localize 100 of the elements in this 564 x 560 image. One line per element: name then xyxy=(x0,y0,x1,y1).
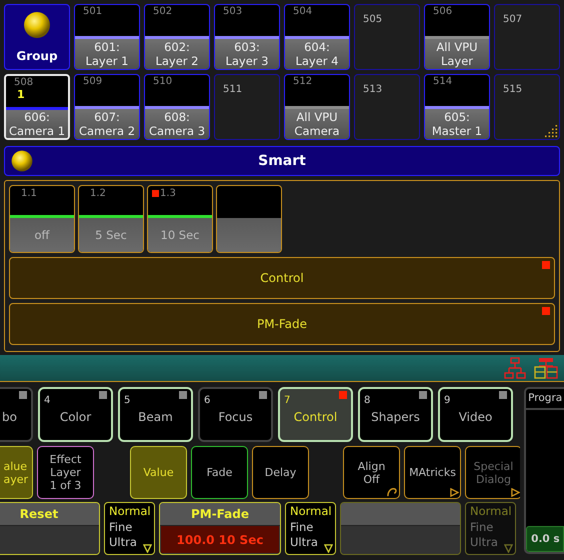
group-title: Group xyxy=(16,49,58,63)
feature-tab[interactable]: 6 Focus xyxy=(198,387,273,442)
group-cell[interactable]: 501 601: Layer 1 xyxy=(74,4,140,70)
feature-label: Shapers xyxy=(371,410,420,424)
preset-button[interactable]: 1.3 10 Sec xyxy=(147,185,213,253)
empty-group-cell[interactable]: 515 xyxy=(494,74,560,140)
network-status-icon[interactable] xyxy=(534,357,558,379)
button-label: Delay xyxy=(264,466,296,479)
feature-tab[interactable]: 7 Control xyxy=(278,387,353,442)
function-button[interactable]: Value xyxy=(130,446,187,499)
resolution-option: Normal xyxy=(470,504,512,520)
group-cell[interactable]: 506 All VPU Layer xyxy=(424,4,490,70)
preset-button[interactable]: 1.2 5 Sec xyxy=(78,185,144,253)
cell-number: 513 xyxy=(363,84,382,95)
feature-tab[interactable]: 5 Beam xyxy=(118,387,193,442)
group-cell[interactable]: 503 603: Layer 3 xyxy=(214,4,280,70)
group-cell[interactable]: 502 602: Layer 2 xyxy=(144,4,210,70)
resolution-option: Fine xyxy=(290,520,314,535)
group-label: 602: Layer 2 xyxy=(155,40,199,68)
empty-group-cell[interactable]: 505 xyxy=(354,4,420,70)
preset-label: 5 Sec xyxy=(95,228,127,242)
feature-number: 4 xyxy=(44,395,50,406)
empty-group-cell[interactable]: 507 xyxy=(494,4,560,70)
selection-index: 1 xyxy=(17,89,25,100)
group-cell[interactable]: 510 608: Camera 3 xyxy=(144,74,210,140)
feature-label: Color xyxy=(60,410,92,424)
group-label: All VPU Layer xyxy=(436,40,478,68)
cell-number: 508 xyxy=(14,77,34,89)
function-button[interactable]: Delay xyxy=(252,446,309,499)
triangle-icon xyxy=(324,544,333,553)
cell-number: 501 xyxy=(83,6,102,18)
resolution-option: Ultra xyxy=(290,535,318,550)
bar-label: PM-Fade xyxy=(256,317,308,331)
feature-number: 7 xyxy=(284,395,290,406)
resolution-option: Ultra xyxy=(109,535,137,550)
bar-label: Control xyxy=(260,271,304,285)
function-button[interactable]: MAtricks xyxy=(404,446,461,499)
encoder-display[interactable]: PM-Fade 100.0 10 Sec xyxy=(159,502,281,555)
button-label: Value xyxy=(143,466,174,479)
cell-number: 515 xyxy=(503,84,522,95)
group-cell[interactable]: 514 605: Master 1 xyxy=(424,74,490,140)
empty-group-cell[interactable]: 513 xyxy=(354,74,420,140)
group-cell[interactable]: 508 1 606: Camera 1 xyxy=(4,74,70,140)
preset-number: 1.1 xyxy=(21,188,37,199)
feature-tab[interactable]: 8 Shapers xyxy=(358,387,433,442)
button-label: MAtricks xyxy=(409,466,456,479)
preset-label: 10 Sec xyxy=(160,228,200,242)
cell-number: 507 xyxy=(503,14,522,25)
preset-button[interactable]: 1.1 off xyxy=(9,185,75,253)
group-label: 608: Camera 3 xyxy=(148,110,206,138)
empty-preset-button[interactable] xyxy=(216,185,282,253)
function-button[interactable]: Align Off xyxy=(343,446,400,499)
cell-number: 511 xyxy=(223,84,242,95)
feature-label: bo xyxy=(2,410,17,424)
cell-number: 509 xyxy=(83,76,102,88)
feature-label: Video xyxy=(458,410,492,424)
group-cell[interactable]: 509 607: Camera 2 xyxy=(74,74,140,140)
feature-tab[interactable]: bo xyxy=(0,387,33,442)
cell-number: 506 xyxy=(433,6,452,18)
button-label: alue ayer xyxy=(3,460,28,486)
function-button[interactable]: Fade xyxy=(191,446,248,499)
program-title: Progra xyxy=(526,389,564,410)
resolution-button[interactable]: Normal Fine Ultra xyxy=(285,502,336,555)
cell-number: 505 xyxy=(363,14,382,25)
empty-group-cell[interactable]: 511 xyxy=(214,74,280,140)
cell-number: 512 xyxy=(293,76,312,88)
group-label: 601: Layer 1 xyxy=(85,40,129,68)
cell-number: 503 xyxy=(223,6,242,18)
button-label: Align Off xyxy=(358,460,386,486)
resize-grip-icon[interactable] xyxy=(544,124,558,138)
resolution-option: Fine xyxy=(470,520,494,535)
resolution-button[interactable]: Normal Fine Ultra xyxy=(104,502,155,555)
feature-tab[interactable]: 4 Color xyxy=(38,387,113,442)
smart-bar-button[interactable]: PM-Fade xyxy=(9,303,555,345)
feature-label: Control xyxy=(294,410,338,424)
group-cell[interactable]: 512 All VPU Camera xyxy=(284,74,350,140)
feature-tab[interactable]: 9 Video xyxy=(438,387,513,442)
program-time: 0.0 s xyxy=(526,526,564,552)
encoder-display[interactable] xyxy=(340,502,461,555)
group-pool-tile[interactable]: Group xyxy=(4,4,70,70)
encoder-value: 100.0 10 Sec xyxy=(176,532,264,546)
function-button[interactable]: alue ayer xyxy=(0,446,33,499)
encoder-display[interactable]: Reset xyxy=(0,502,100,555)
cell-number: 502 xyxy=(153,6,172,18)
preset-number: 1.3 xyxy=(160,188,176,199)
button-label: Effect Layer 1 of 3 xyxy=(50,453,82,492)
function-button[interactable]: Effect Layer 1 of 3 xyxy=(37,446,94,499)
group-label: All VPU Camera xyxy=(294,110,340,138)
feature-number: 8 xyxy=(364,395,370,406)
resolution-option: Ultra xyxy=(470,535,498,550)
triangle-icon xyxy=(511,488,520,497)
group-label: 605: Master 1 xyxy=(432,110,482,138)
encoder-title: PM-Fade xyxy=(190,507,250,521)
feature-number: 9 xyxy=(444,395,450,406)
curl-icon xyxy=(387,486,398,497)
smart-bar-button[interactable]: Control xyxy=(9,257,555,299)
group-cell[interactable]: 504 604: Layer 4 xyxy=(284,4,350,70)
button-label: Special Dialog xyxy=(474,460,514,486)
resolution-option: Normal xyxy=(290,504,332,520)
ball-icon xyxy=(10,149,34,173)
